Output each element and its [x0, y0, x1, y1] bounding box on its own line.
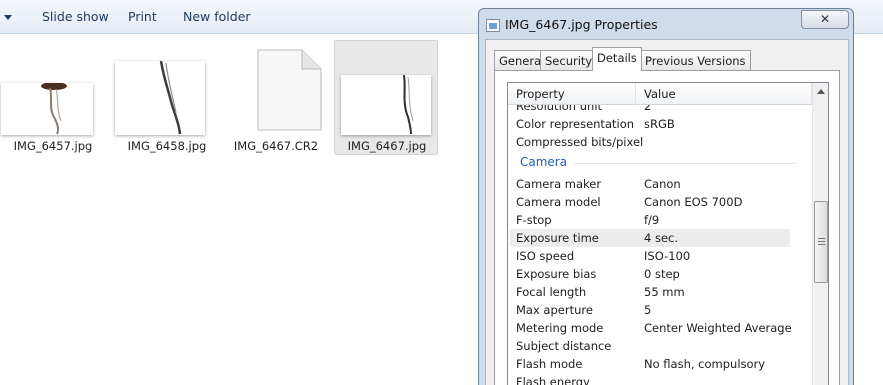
file-name: IMG_6467.CR2	[233, 139, 319, 153]
detail-row[interactable]: Camera model Canon EOS 700D	[510, 193, 790, 211]
property-value: 4 sec.	[644, 231, 679, 245]
image-file-icon	[486, 19, 500, 32]
detail-row[interactable]: Subject distance	[510, 337, 790, 355]
detail-row[interactable]: ISO speed ISO-100	[510, 247, 790, 265]
property-value: Canon EOS 700D	[644, 195, 743, 209]
property-name: ISO speed	[516, 249, 575, 263]
new-folder-button[interactable]: New folder	[183, 9, 251, 24]
property-value: ISO-100	[644, 249, 691, 263]
details-panel: Property Value Resolution unit 2 Color r…	[494, 70, 840, 385]
property-name: Focal length	[516, 285, 587, 299]
property-value: Center Weighted Average	[644, 321, 792, 335]
property-value: 0 step	[644, 267, 680, 281]
property-value: f/9	[644, 213, 660, 227]
detail-row[interactable]: Color representation sRGB	[510, 115, 790, 133]
image-thumbnail	[341, 74, 431, 135]
property-name: Subject distance	[516, 339, 612, 353]
property-value: 2	[644, 105, 652, 113]
property-name: Max aperture	[516, 303, 593, 317]
window-title: IMG_6467.jpg Properties	[505, 17, 658, 32]
close-button[interactable]: ✕	[801, 10, 849, 29]
detail-row[interactable]: Focal length 55 mm	[510, 283, 790, 301]
column-header-property[interactable]: Property	[508, 83, 636, 105]
property-name: Exposure bias	[516, 267, 597, 281]
scrollbar-thumb[interactable]	[814, 201, 828, 283]
property-name: Exposure time	[516, 231, 599, 245]
image-thumbnail	[1, 82, 93, 135]
detail-row[interactable]: Exposure bias 0 step	[510, 265, 790, 283]
slide-show-button[interactable]: Slide show	[42, 9, 109, 24]
properties-window: IMG_6467.jpg Properties ✕ General Securi…	[478, 8, 854, 385]
property-name: F-stop	[516, 213, 552, 227]
file-tile[interactable]: IMG_6458.jpg	[114, 40, 218, 155]
detail-row[interactable]: Max aperture 5	[510, 301, 790, 319]
group-header-camera: Camera	[520, 155, 568, 169]
property-name: Camera model	[516, 195, 601, 209]
image-thumbnail	[115, 60, 205, 135]
detail-row[interactable]: Metering mode Center Weighted Average	[510, 319, 792, 337]
print-button[interactable]: Print	[128, 9, 157, 24]
property-value: sRGB	[644, 117, 675, 131]
property-name: Compressed bits/pixel	[516, 135, 644, 149]
tab-details[interactable]: Details	[592, 47, 642, 71]
grip-line	[818, 238, 825, 239]
file-name: IMG_6467.jpg	[347, 139, 427, 153]
property-value: 55 mm	[644, 285, 685, 299]
property-name: Flash mode	[516, 357, 583, 371]
property-name: Metering mode	[516, 321, 604, 335]
detail-row[interactable]: F-stop f/9	[510, 211, 790, 229]
details-rows: Resolution unit 2 Color representation s…	[508, 105, 812, 385]
vertical-scrollbar[interactable]	[812, 83, 828, 385]
tab-security[interactable]: Security	[540, 50, 598, 70]
detail-row[interactable]: Flash energy	[510, 373, 790, 385]
property-name: Flash energy	[516, 375, 590, 385]
file-tile-selected[interactable]: IMG_6467.jpg	[334, 40, 438, 155]
file-name: IMG_6457.jpg	[13, 139, 93, 153]
organize-dropdown-icon[interactable]	[4, 15, 12, 20]
column-header-value[interactable]: Value	[636, 83, 812, 105]
details-list[interactable]: Property Value Resolution unit 2 Color r…	[507, 82, 829, 385]
grip-line	[818, 244, 825, 245]
file-tile[interactable]: IMG_6467.CR2	[223, 40, 327, 155]
detail-row[interactable]: Camera maker Canon	[510, 175, 790, 193]
detail-row[interactable]: Compressed bits/pixel	[510, 133, 790, 151]
detail-row-highlighted[interactable]: Exposure time 4 sec.	[510, 229, 790, 247]
scroll-up-arrow-icon[interactable]	[817, 89, 825, 94]
detail-row[interactable]: Flash mode No flash, compulsory	[510, 355, 790, 373]
property-name: Color representation	[516, 117, 635, 131]
tab-previous-versions[interactable]: Previous Versions	[640, 50, 751, 70]
file-tile[interactable]: IMG_6457.jpg	[0, 40, 104, 155]
document-icon	[257, 49, 322, 131]
group-divider	[574, 163, 796, 164]
detail-row[interactable]: Resolution unit 2	[510, 105, 790, 115]
window-body: General Security Details Previous Versio…	[485, 39, 849, 385]
property-value: 5	[644, 303, 652, 317]
file-name: IMG_6458.jpg	[127, 139, 207, 153]
property-name: Camera maker	[516, 177, 602, 191]
property-name: Resolution unit	[516, 105, 603, 113]
property-value: Canon	[644, 177, 681, 191]
property-value: No flash, compulsory	[644, 357, 766, 371]
grip-line	[818, 241, 825, 242]
